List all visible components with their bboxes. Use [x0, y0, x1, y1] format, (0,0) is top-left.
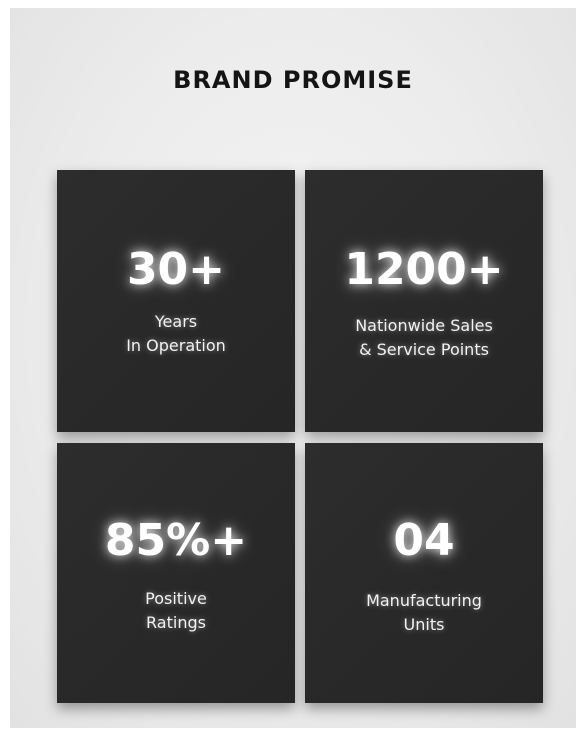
stat-value: 85%+ — [104, 515, 248, 566]
stat-value: 1200+ — [344, 244, 504, 295]
stat-label: Nationwide Sales & Service Points — [305, 314, 543, 362]
stat-label: Years In Operation — [57, 310, 295, 358]
stat-value: 04 — [393, 515, 455, 566]
stat-tile-ratings: 85%+ Positive Ratings — [57, 443, 295, 703]
stat-tile-manufacturing: 04 Manufacturing Units — [305, 443, 543, 703]
stat-label-line: Nationwide Sales — [355, 316, 493, 335]
stat-label: Positive Ratings — [57, 587, 295, 635]
brand-promise-panel: BRAND PROMISE 30+ Years In Operation 120… — [10, 8, 576, 728]
stat-tile-service-points: 1200+ Nationwide Sales & Service Points — [305, 170, 543, 432]
stat-label-line: In Operation — [126, 336, 226, 355]
page: BRAND PROMISE 30+ Years In Operation 120… — [0, 0, 581, 731]
stat-tile-years: 30+ Years In Operation — [57, 170, 295, 432]
stat-label-line: Ratings — [146, 613, 206, 632]
stat-label-line: Years — [154, 312, 198, 331]
stat-label-line: Manufacturing — [366, 591, 482, 610]
stat-label-line: & Service Points — [359, 340, 489, 359]
stat-label: Manufacturing Units — [305, 589, 543, 637]
stat-label-line: Units — [403, 615, 445, 634]
stat-label-line: Positive — [145, 589, 207, 608]
stat-value: 30+ — [126, 244, 226, 295]
page-title: BRAND PROMISE — [173, 66, 413, 94]
